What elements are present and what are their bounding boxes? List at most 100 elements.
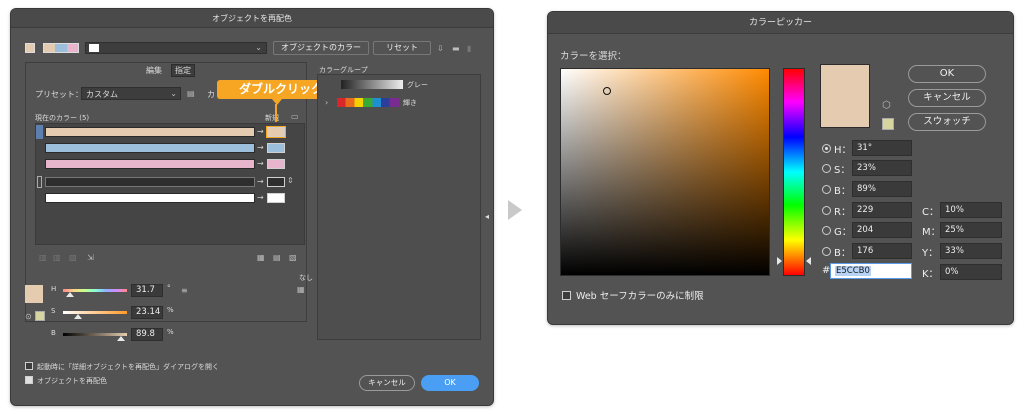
- hue-marker-left[interactable]: [777, 257, 782, 265]
- web-safe-checkbox[interactable]: [562, 291, 571, 300]
- harmony-strip[interactable]: [43, 43, 79, 53]
- b-unit: %: [167, 328, 174, 336]
- object-colors-button[interactable]: オブジェクトのカラー: [273, 41, 369, 55]
- web-safe-swatch[interactable]: [35, 311, 45, 321]
- out-of-gamut-icon[interactable]: ⬡: [882, 101, 891, 111]
- g-input[interactable]: 204: [852, 222, 912, 238]
- blue-input[interactable]: 176: [852, 243, 912, 259]
- trash-icon[interactable]: ▮: [467, 45, 471, 53]
- web-safe-label: Web セーフカラーのみに制限: [576, 291, 704, 302]
- c-label: C：: [922, 207, 939, 218]
- ok-button[interactable]: OK: [908, 65, 986, 83]
- g-label: G：: [834, 227, 852, 238]
- s-slider-thumb[interactable]: [74, 314, 82, 319]
- ok-button[interactable]: OK: [421, 375, 479, 391]
- hue-marker-right[interactable]: [806, 257, 811, 265]
- exclude-colors-icon[interactable]: ▧: [69, 254, 77, 262]
- color-mode-icon[interactable]: ▦: [297, 286, 305, 294]
- new-color-swatch-2[interactable]: [267, 143, 285, 153]
- cancel-button[interactable]: キャンセル: [359, 375, 415, 391]
- current-color-bar-2[interactable]: [45, 143, 255, 153]
- new-color-swatch-4[interactable]: [267, 177, 285, 187]
- current-color-bar-3[interactable]: [45, 159, 255, 169]
- current-color-bar-4[interactable]: [45, 177, 255, 187]
- color-field[interactable]: [560, 68, 770, 276]
- preset-value: カスタム: [86, 90, 118, 99]
- s-slider-track[interactable]: [63, 311, 127, 314]
- arrow-icon: →: [257, 177, 264, 186]
- color-group-panel: [317, 74, 481, 340]
- color-field-cursor[interactable]: [603, 87, 611, 95]
- current-color-bar-5[interactable]: [45, 193, 255, 203]
- row-lock-icon[interactable]: [37, 176, 42, 188]
- b-radio[interactable]: [822, 185, 831, 194]
- blue-radio[interactable]: [822, 247, 831, 256]
- b-input[interactable]: 89.8: [131, 328, 163, 341]
- tab-edit[interactable]: 編集: [146, 65, 162, 76]
- separate-colors-icon[interactable]: ▥: [53, 254, 61, 262]
- open-advanced-checkbox[interactable]: [25, 362, 33, 370]
- out-of-gamut-icon[interactable]: ⊙: [25, 313, 32, 321]
- h-input[interactable]: 31°: [852, 140, 912, 156]
- menu-icon[interactable]: ≡: [181, 287, 188, 295]
- color-group-bright[interactable]: [337, 98, 399, 107]
- web-safe-warning-swatch[interactable]: [882, 118, 894, 130]
- new-column-menu-icon[interactable]: ▭: [291, 113, 299, 121]
- c-input[interactable]: 10%: [940, 202, 1002, 218]
- save-color-group-icon[interactable]: ⇩: [437, 45, 444, 53]
- arrow-icon: →: [257, 143, 264, 152]
- h-radio[interactable]: [822, 144, 831, 153]
- b-input[interactable]: 89%: [852, 181, 912, 197]
- current-color-swatch[interactable]: [25, 43, 35, 53]
- s-radio[interactable]: [822, 164, 831, 173]
- k-input[interactable]: 0%: [940, 264, 1002, 280]
- new-color-swatch-1[interactable]: [267, 127, 285, 137]
- recolor-title: オブジェクトを再配色: [11, 9, 493, 28]
- color-preview: [820, 64, 870, 128]
- stepper-icon[interactable]: ⇕: [287, 177, 294, 185]
- blue-label: B：: [834, 248, 851, 259]
- s-label: S: [51, 307, 56, 315]
- chevron-right-icon[interactable]: ›: [325, 99, 328, 107]
- callout-line: [275, 104, 277, 122]
- new-color-swatch-3[interactable]: [267, 159, 285, 169]
- new-color-swatch-5[interactable]: [267, 193, 285, 203]
- preset-select[interactable]: カスタム ⌄: [81, 87, 181, 100]
- h-slider-thumb[interactable]: [66, 292, 74, 297]
- recolor-art-checkbox[interactable]: [25, 376, 33, 384]
- tab-assign[interactable]: 指定: [171, 64, 195, 77]
- h-label: H：: [834, 145, 852, 156]
- hue-slider[interactable]: [783, 68, 805, 276]
- hsb-swatch[interactable]: [25, 285, 43, 303]
- arrow-icon: →: [257, 127, 264, 136]
- r-label: R：: [834, 207, 851, 218]
- cancel-button[interactable]: キャンセル: [908, 89, 986, 107]
- recolor-dialog: オブジェクトを再配色 ⌄ オブジェクトのカラー リセット ⇩ ▬ ▮ 編集 指定…: [10, 8, 494, 406]
- reset-button[interactable]: リセット: [373, 41, 431, 55]
- find-colors-icon[interactable]: ▧: [289, 254, 297, 262]
- b-slider-thumb[interactable]: [117, 336, 125, 341]
- swatches-button[interactable]: スウォッチ: [908, 113, 986, 131]
- merge-colors-icon[interactable]: ▥: [39, 254, 47, 262]
- collapse-arrow-icon[interactable]: ◂: [485, 213, 489, 221]
- new-row-icon[interactable]: ⇲: [87, 254, 94, 262]
- h-input[interactable]: 31.7: [131, 284, 163, 297]
- color-group-gray[interactable]: [341, 80, 403, 89]
- randomize-order-icon[interactable]: ▦: [257, 254, 265, 262]
- y-input[interactable]: 33%: [940, 243, 1002, 259]
- randomize-saturation-icon[interactable]: ▤: [273, 254, 281, 262]
- s-input[interactable]: 23%: [852, 160, 912, 176]
- current-color-bar-1[interactable]: [45, 127, 255, 137]
- m-input[interactable]: 25%: [940, 222, 1002, 238]
- s-input[interactable]: 23.14: [131, 306, 163, 319]
- color-group-field[interactable]: ⌄: [85, 42, 267, 54]
- none-label: なし: [299, 274, 313, 282]
- r-radio[interactable]: [822, 206, 831, 215]
- r-input[interactable]: 229: [852, 202, 912, 218]
- open-advanced-label: 起動時に「詳細オブジェクトを再配色」ダイアログを開く: [37, 363, 219, 371]
- hex-input[interactable]: E5CCB0: [830, 263, 912, 279]
- preset-options-icon[interactable]: ▤: [187, 90, 195, 98]
- g-radio[interactable]: [822, 226, 831, 235]
- chevron-down-icon: ⌄: [170, 89, 177, 98]
- folder-icon[interactable]: ▬: [452, 45, 460, 53]
